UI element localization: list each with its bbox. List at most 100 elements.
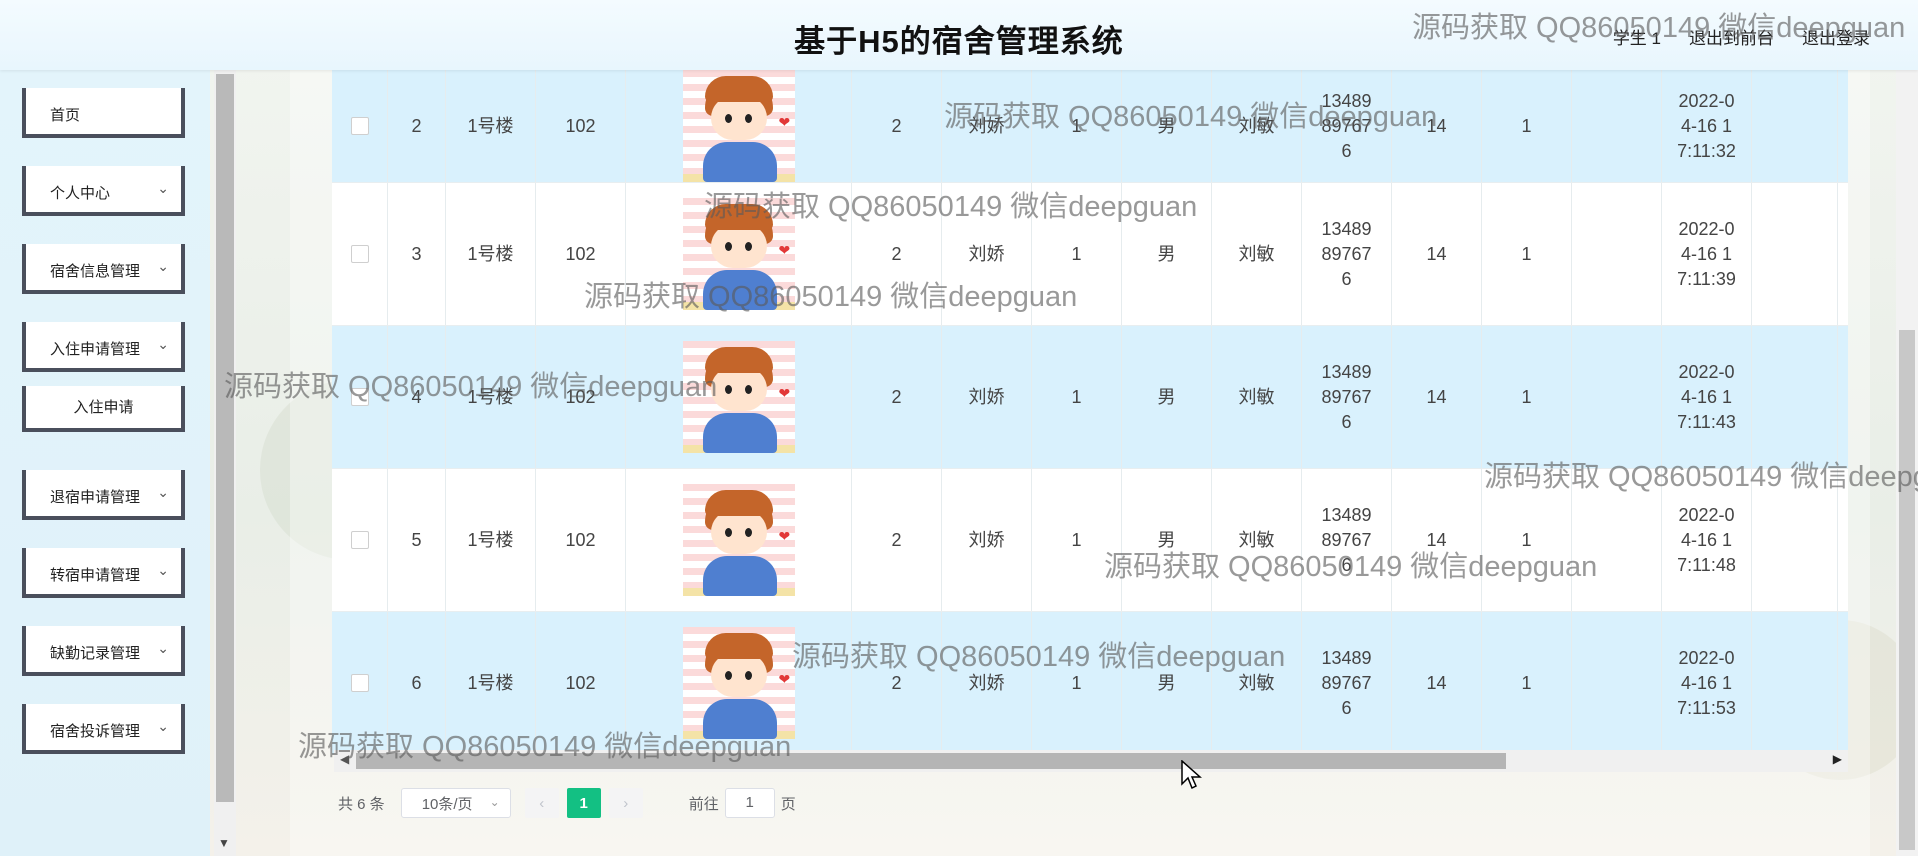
- top-header: 基于H5的宿舍管理系统 学生 1 退出到前台 退出登录: [0, 0, 1918, 70]
- cell-time-text: 2022-04-16 17:11:43: [1677, 361, 1736, 432]
- table-row[interactable]: 3 1号楼 102 ❤ 2 刘娇 1 男 刘敏 13489897676 14 1 2022-04-16 …: [332, 183, 1848, 326]
- table-row[interactable]: 5 1号楼 102 ❤ 2 刘娇 1 男 刘敏 13489897676 14 1 2022-04-16 …: [332, 469, 1848, 612]
- cell-phone-text: 13489897676: [1321, 90, 1372, 161]
- row-checkbox[interactable]: [350, 117, 369, 135]
- page-scrollbar[interactable]: [1896, 70, 1918, 856]
- cell-building-text: 1号楼: [467, 529, 514, 550]
- scroll-right-arrow-icon[interactable]: ▶: [1833, 752, 1842, 766]
- cell-number: 1: [1032, 70, 1122, 182]
- data-table: 2 1号楼 102 ❤ 2 刘娇 1 男刘敏 13489897676 14 1 2022-04-16 …: [332, 70, 1848, 755]
- scrollbar-thumb[interactable]: [1899, 330, 1915, 850]
- user-label[interactable]: 学生 1: [1613, 24, 1661, 49]
- avatar: ❤: [682, 198, 795, 310]
- cell-empty: [1752, 612, 1838, 754]
- sidebar-item-dorm-info[interactable]: 宿舍信息管理 ⌄: [22, 244, 185, 294]
- prev-page-button[interactable]: ‹: [524, 788, 559, 818]
- sidebar-item-label: 个人中心: [50, 185, 111, 202]
- chevron-down-icon: ⌄: [157, 718, 169, 734]
- avatar: ❤: [682, 341, 795, 453]
- cell-name2-text: 刘敏: [1238, 243, 1275, 264]
- logout-link[interactable]: 退出登录: [1802, 24, 1870, 49]
- cell-count: 1: [1482, 469, 1572, 611]
- scrollbar-thumb[interactable]: [356, 753, 1506, 769]
- scroll-down-arrow-icon[interactable]: ▼: [218, 836, 230, 850]
- next-page-button[interactable]: ›: [608, 788, 643, 818]
- cell-room: 102: [536, 469, 626, 611]
- cell-name2-text: 刘敏: [1238, 115, 1275, 136]
- row-checkbox[interactable]: [350, 531, 369, 549]
- table-row[interactable]: 6 1号楼 102 ❤ 2 刘娇 1 男 刘敏 13489897676 14 1 2022-04-16 …: [332, 612, 1848, 755]
- cell-phone-text: 13489897676: [1321, 218, 1372, 289]
- page-size-select[interactable]: 10条/页 ⌄: [400, 788, 511, 818]
- cell-count-text: 1: [1521, 529, 1532, 550]
- cell-name-text: 刘娇: [968, 386, 1005, 407]
- cell-number: 1: [1032, 326, 1122, 468]
- sidebar-item-personal-center[interactable]: 个人中心 ⌄: [22, 166, 185, 216]
- cell-name: 刘娇: [942, 326, 1032, 468]
- cell-beds-text: 2: [891, 386, 902, 407]
- cell-number-text: 1: [1071, 672, 1082, 693]
- cell-gender: 男: [1122, 326, 1212, 468]
- row-checkbox[interactable]: [350, 245, 369, 263]
- sidebar-item-checkout-mgmt[interactable]: 退宿申请管理 ⌄: [22, 470, 185, 520]
- sidebar-item-complaint-mgmt[interactable]: 宿舍投诉管理 ⌄: [22, 704, 185, 754]
- cell-index-text: 3: [411, 243, 422, 264]
- cell-empty: [1572, 469, 1662, 611]
- cell-count: 1: [1482, 183, 1572, 325]
- cell-gender: 男: [1122, 469, 1212, 611]
- chevron-down-icon: ⌄: [157, 640, 169, 656]
- table-row[interactable]: 2 1号楼 102 ❤ 2 刘娇 1 男 刘敏 13489897676 14 1 2022-04-16 …: [332, 70, 1848, 183]
- cell-phone: 13489897676: [1302, 612, 1392, 754]
- cell-building-text: 1号楼: [467, 115, 514, 136]
- cell-building-text: 1号楼: [467, 243, 514, 264]
- table-row[interactable]: 4 1号楼 102 ❤ 2 刘娇 1 男 刘敏 13489897676 14 1 2022-04-16 …: [332, 326, 1848, 469]
- sidebar-subitem-checkin-apply[interactable]: 入住申请: [22, 386, 185, 432]
- cell-name2: 刘敏: [1212, 326, 1302, 468]
- sidebar-item-checkin-mgmt[interactable]: 入住申请管理 ⌄: [22, 322, 185, 372]
- sidebar-item-transfer-mgmt[interactable]: 转宿申请管理 ⌄: [22, 548, 185, 598]
- cell-index: 3: [388, 183, 446, 325]
- cell-empty: [1752, 469, 1838, 611]
- cell-room-text: 102: [565, 529, 596, 550]
- page-number-current[interactable]: 1: [566, 788, 601, 818]
- cell-name: 刘娇: [942, 183, 1032, 325]
- cell-name-text: 刘娇: [968, 243, 1005, 264]
- sidebar-item-home[interactable]: 首页: [22, 88, 185, 138]
- cell-number-text: 1: [1071, 243, 1082, 264]
- row-checkbox[interactable]: [350, 674, 369, 692]
- sidebar-scrollbar[interactable]: ▼: [214, 70, 236, 856]
- cell-building: 1号楼: [446, 469, 536, 611]
- back-to-front-link[interactable]: 退出到前台: [1689, 24, 1774, 49]
- mouse-cursor-icon: [1181, 760, 1202, 790]
- cell-count: 1: [1482, 612, 1572, 754]
- cell-beds: 2: [852, 469, 942, 611]
- scroll-left-arrow-icon[interactable]: ◀: [340, 752, 349, 766]
- cell-name2: 刘敏: [1212, 70, 1302, 182]
- cell-photo: ❤: [626, 183, 852, 325]
- sidebar-item-label: 宿舍信息管理: [50, 263, 141, 280]
- cell-building-text: 1号楼: [467, 672, 514, 693]
- row-checkbox[interactable]: [350, 388, 369, 406]
- total-count: 共 6 条: [338, 795, 385, 813]
- cell-checkbox: [332, 70, 388, 182]
- sidebar-item-absence-mgmt[interactable]: 缺勤记录管理 ⌄: [22, 626, 185, 676]
- goto-page-input[interactable]: 1: [724, 788, 775, 818]
- cell-photo: ❤: [626, 612, 852, 754]
- cell-photo: ❤: [626, 469, 852, 611]
- table-horizontal-scrollbar[interactable]: ◀ ▶: [334, 750, 1848, 772]
- cell-age-text: 14: [1426, 386, 1447, 407]
- chevron-down-icon: ⌄: [157, 484, 169, 500]
- cell-age-text: 14: [1426, 529, 1447, 550]
- cell-building: 1号楼: [446, 183, 536, 325]
- cell-index: 4: [388, 326, 446, 468]
- cell-age-text: 14: [1426, 672, 1447, 693]
- cell-time-text: 2022-04-16 17:11:39: [1677, 218, 1736, 289]
- cell-name2-text: 刘敏: [1238, 672, 1275, 693]
- scrollbar-thumb[interactable]: [216, 74, 234, 802]
- cell-gender: 男: [1122, 612, 1212, 754]
- cell-building: 1号楼: [446, 612, 536, 754]
- cell-checkbox: [332, 326, 388, 468]
- chevron-down-icon: ⌄: [157, 258, 169, 274]
- cell-count: 1: [1482, 70, 1572, 182]
- cell-phone-text: 13489897676: [1321, 361, 1372, 432]
